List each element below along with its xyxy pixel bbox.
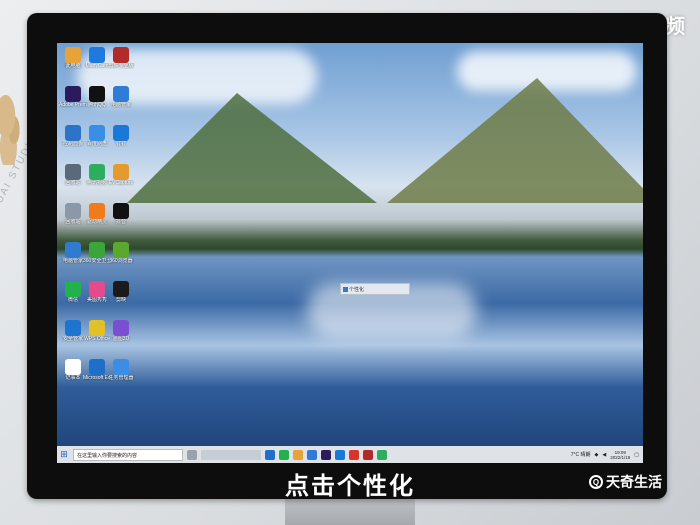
desktop-icon[interactable]: 剪映专业版 [108, 47, 134, 69]
tencent-video-icon[interactable] [377, 449, 387, 460]
dingtalk-icon[interactable] [335, 449, 345, 460]
desktop-icon[interactable]: 抖音 [109, 203, 133, 225]
desktop-icon-label: 剪映 [115, 297, 126, 303]
mountain-right [387, 78, 643, 203]
clock[interactable]: 19:09 2022/1/18 [610, 450, 630, 460]
brand-bottom-text: 天奇生活 [606, 474, 662, 490]
app-icon [89, 47, 105, 63]
taskbar-app-window[interactable] [201, 449, 261, 460]
desktop-icon[interactable]: 360浏览器 [109, 242, 133, 264]
brand-logo-icon: Q [589, 475, 603, 489]
drag-tooltip: 个性化 [340, 283, 410, 295]
desktop-icon[interactable]: 记事本 [61, 359, 85, 381]
desktop-icon[interactable]: 360安全卫士 [83, 242, 111, 264]
app-icon [65, 359, 81, 375]
desktop-icon-label: 任务管理器 [108, 375, 134, 381]
desktop-icon[interactable]: 驱动精灵 [85, 203, 109, 225]
app-icon [113, 203, 129, 219]
app-icon [65, 47, 81, 63]
clock-date: 2022/1/18 [610, 454, 631, 460]
desktop-screen: 此电脑ManyCam剪映专业版Adobe Premiere腾讯QQ电脑管家控制面… [57, 43, 643, 463]
desktop-icon[interactable]: 腾讯视频 [85, 164, 109, 186]
app-icon [89, 359, 105, 375]
background-decoration-text: UAI STUDIO [0, 132, 40, 206]
desktop-icon-label: 电脑管家 [110, 102, 131, 108]
desktop-icon[interactable]: 画图3D [109, 320, 133, 342]
app-icon [89, 203, 105, 219]
desktop-icon[interactable]: EVCapture [109, 164, 133, 186]
wps-icon[interactable] [349, 449, 359, 460]
app-icon [89, 281, 105, 297]
app-icon [113, 86, 129, 102]
brand-bottom: Q 天奇生活 [589, 472, 662, 492]
desktop-icon[interactable]: ManyCam [85, 47, 109, 69]
edge-icon[interactable] [265, 449, 275, 460]
desktop-icon[interactable]: 美图秀秀 [85, 281, 109, 303]
desktop-icon-label: 画图3D [112, 336, 130, 342]
system-tray: 7°C 晴朗 ◆ ◀ 19:09 2022/1/18 ▢ [571, 450, 643, 460]
desktop-icon[interactable]: 任务管理器 [108, 359, 134, 381]
app-icon [65, 242, 81, 258]
desktop-icon[interactable]: 此电脑 [61, 47, 85, 69]
desktop-icon-label: 剪映专业版 [108, 63, 134, 69]
app-icon [89, 125, 105, 141]
desktop-icon-label: 360浏览器 [109, 258, 133, 264]
app-icon [113, 47, 129, 63]
app-icon [113, 281, 129, 297]
network-icon[interactable]: ◆ [595, 452, 599, 458]
personalize-icon [343, 287, 348, 292]
store-icon[interactable] [307, 449, 317, 460]
desktop-icon-label: 钉钉 [115, 141, 126, 147]
app-icon [65, 281, 81, 297]
task-view-icon[interactable] [187, 449, 197, 460]
desktop-icon[interactable]: Microsoft Edge [83, 359, 111, 381]
premiere-icon[interactable] [321, 449, 331, 460]
taskbar: ⊞ 在这里输入你要搜索的内容 7°C 晴朗 ◆ ◀ 19:09 2022/1/1… [57, 446, 643, 463]
desktop-icon[interactable]: 控制面板 [61, 125, 85, 147]
desktop-icon[interactable]: WPS Office [84, 320, 110, 342]
desktop-icon[interactable]: 微信 [61, 281, 85, 303]
wechat-icon[interactable] [279, 449, 289, 460]
desktop-icon[interactable]: 电脑管家 [61, 242, 85, 264]
desktop-icon[interactable]: 百度网盘 [85, 125, 109, 147]
desktop-icon-label: EVCapture [108, 180, 134, 186]
app-icon [113, 125, 129, 141]
taskbar-search-input[interactable]: 在这里输入你要搜索的内容 [73, 448, 183, 461]
monitor-stand [285, 498, 415, 525]
windows-start-icon[interactable]: ⊞ [57, 448, 71, 462]
app-icon [65, 125, 81, 141]
file-explorer-icon[interactable] [293, 449, 303, 460]
app-icon [113, 242, 129, 258]
app-icon [113, 359, 129, 375]
app-icon [113, 164, 129, 180]
desktop-icon[interactable]: 剪映 [109, 281, 133, 303]
desktop-icon[interactable]: 安全管家 [61, 320, 85, 342]
app-icon [89, 164, 105, 180]
notification-icon[interactable]: ▢ [634, 452, 639, 458]
desktop-icon[interactable]: 回收站 [61, 203, 85, 225]
desktop-icon[interactable]: Adobe Premiere [59, 86, 87, 108]
capcut-icon[interactable] [363, 449, 373, 460]
desktop-icon[interactable]: 回收站 [61, 164, 85, 186]
desktop-icon[interactable]: 腾讯QQ [85, 86, 109, 108]
app-icon [113, 320, 129, 336]
volume-icon[interactable]: ◀ [602, 452, 606, 458]
desktop-icon-label: 抖音 [115, 219, 126, 225]
app-icon [65, 320, 81, 336]
mountain-left [127, 93, 377, 203]
weather-text[interactable]: 7°C 晴朗 [571, 451, 591, 458]
app-icon [65, 203, 81, 219]
app-icon [65, 164, 81, 180]
app-icon [65, 86, 81, 102]
app-icon [89, 320, 105, 336]
app-icon [89, 86, 105, 102]
tooltip-text: 个性化 [349, 287, 365, 293]
app-icon [89, 242, 105, 258]
desktop-icon[interactable]: 电脑管家 [109, 86, 133, 108]
desktop-icon[interactable]: 钉钉 [109, 125, 133, 147]
